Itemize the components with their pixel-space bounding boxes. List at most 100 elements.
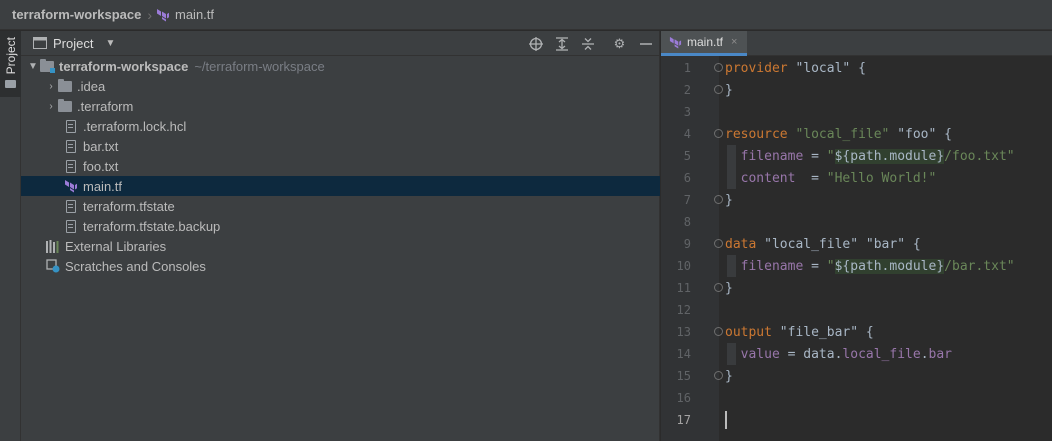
code-line[interactable]: 17 (661, 409, 1052, 431)
line-number: 7 (683, 193, 691, 207)
fold-marker-icon[interactable] (714, 85, 723, 94)
line-number: 10 (676, 259, 691, 273)
file-icon (63, 159, 79, 173)
code-token: /foo.txt" (944, 148, 1015, 164)
tree-row-foo-txt[interactable]: foo.txt (21, 156, 660, 176)
collapse-all-icon[interactable] (580, 36, 595, 51)
fold-marker-icon[interactable] (714, 283, 723, 292)
project-tree: ▼ terraform-workspace ~/terraform-worksp… (21, 56, 660, 276)
tree-row-main-tf[interactable]: main.tf (21, 176, 660, 196)
tree-row-label: .terraform.lock.hcl (83, 118, 187, 134)
tool-window-stripe: Project (0, 31, 21, 441)
folder-icon (5, 80, 16, 89)
project-panel-title[interactable]: Project (53, 36, 93, 51)
code-token: "bar" { (858, 236, 921, 252)
line-number: 17 (676, 413, 691, 427)
chevron-right-icon[interactable]: › (45, 81, 57, 92)
code-editor[interactable]: 1 provider "local" {2} 3 4 resource "local_f… (661, 56, 1052, 441)
line-number: 9 (683, 237, 691, 251)
code-line[interactable]: 11} (661, 277, 1052, 299)
code-line[interactable]: 16 (661, 387, 1052, 409)
code-token: } (725, 82, 733, 98)
code-line[interactable]: 2} (661, 79, 1052, 101)
locate-icon[interactable] (528, 36, 543, 51)
code-text: value = data.local_file.bar (725, 347, 952, 362)
code-token: resource (725, 126, 788, 142)
code-token: bar (928, 346, 953, 362)
code-line[interactable]: 8 (661, 211, 1052, 233)
code-token: /bar.txt" (944, 258, 1015, 274)
line-number: 13 (676, 325, 691, 339)
libraries-icon (45, 239, 61, 253)
code-token: } (725, 280, 733, 296)
terraform-icon (63, 179, 79, 193)
fold-marker-icon[interactable] (714, 63, 723, 72)
tree-row-bar-txt[interactable]: bar.txt (21, 136, 660, 156)
project-view-icon (33, 37, 47, 49)
tree-row-terraform-dir[interactable]: › .terraform (21, 96, 660, 116)
chevron-right-icon[interactable]: › (45, 101, 57, 112)
file-icon (63, 199, 79, 213)
code-token: local_file (842, 346, 921, 362)
code-token: "local_file" (795, 126, 890, 142)
tree-row-tfstate-backup[interactable]: terraform.tfstate.backup (21, 216, 660, 236)
tree-row-scratches[interactable]: Scratches and Consoles (21, 256, 660, 276)
fold-marker-icon[interactable] (714, 195, 723, 204)
fold-marker-icon[interactable] (714, 239, 723, 248)
code-line[interactable]: 4 resource "local_file" "foo" { (661, 123, 1052, 145)
chevron-down-icon[interactable]: ▼ (27, 61, 39, 72)
code-text: provider "local" { (725, 61, 866, 76)
code-line[interactable]: 13 output "file_bar" { (661, 321, 1052, 343)
code-line[interactable]: 7} (661, 189, 1052, 211)
tab-label: main.tf (687, 35, 724, 49)
gear-icon[interactable]: ⚙ (612, 36, 627, 51)
tree-row-label: terraform-workspace (59, 58, 189, 74)
code-line[interactable]: 14 value = data.local_file.bar (661, 343, 1052, 365)
breadcrumb-file[interactable]: main.tf (156, 7, 214, 22)
code-token: { (850, 60, 866, 76)
code-token: " (826, 148, 835, 164)
code-line[interactable]: 5 filename = "${path.module}/foo.txt" (661, 145, 1052, 167)
code-token: = (795, 170, 827, 186)
tree-row-root[interactable]: ▼ terraform-workspace ~/terraform-worksp… (21, 56, 660, 76)
tab-main-tf[interactable]: main.tf × (661, 31, 747, 56)
tree-row-label: terraform.tfstate.backup (83, 218, 221, 234)
code-text: output "file_bar" { (725, 325, 874, 340)
line-number: 2 (683, 83, 691, 97)
tree-row-lock-file[interactable]: .terraform.lock.hcl (21, 116, 660, 136)
tree-row-label: bar.txt (83, 138, 119, 154)
code-token: filename (725, 258, 804, 274)
code-line[interactable]: 10 filename = "${path.module}/bar.txt" (661, 255, 1052, 277)
project-stripe-button[interactable]: Project (0, 31, 21, 97)
code-line[interactable]: 15} (661, 365, 1052, 387)
breadcrumb-root[interactable]: terraform-workspace (12, 7, 141, 22)
code-token: "file_bar" { (771, 324, 874, 340)
expand-all-icon[interactable] (554, 36, 569, 51)
file-icon (63, 119, 79, 133)
code-line[interactable]: 9 data "local_file" "bar" { (661, 233, 1052, 255)
fold-marker-icon[interactable] (714, 129, 723, 138)
fold-marker-icon[interactable] (714, 327, 723, 336)
code-token: ${path.module} (834, 148, 945, 164)
tree-row-label: .terraform (77, 98, 134, 114)
file-icon (63, 219, 79, 233)
tree-row-idea[interactable]: › .idea (21, 76, 660, 96)
tree-row-tfstate[interactable]: terraform.tfstate (21, 196, 660, 216)
chevron-down-icon[interactable]: ▼ (105, 38, 115, 49)
code-line[interactable]: 3 (661, 101, 1052, 123)
close-icon[interactable]: × (731, 36, 737, 48)
project-stripe-label: Project (3, 37, 18, 75)
code-token: " (826, 258, 835, 274)
fold-marker-icon[interactable] (714, 371, 723, 380)
line-number: 1 (683, 61, 691, 75)
code-line[interactable]: 12 (661, 299, 1052, 321)
minimize-icon[interactable] (638, 36, 653, 51)
tree-row-external-libraries[interactable]: External Libraries (21, 236, 660, 256)
code-token: "foo" { (889, 126, 952, 142)
tree-row-label: External Libraries (65, 238, 167, 254)
line-number: 6 (683, 171, 691, 185)
code-line[interactable]: 6 content = "Hello World!" (661, 167, 1052, 189)
code-line[interactable]: 1 provider "local" { (661, 57, 1052, 79)
root-folder-icon (39, 58, 55, 73)
